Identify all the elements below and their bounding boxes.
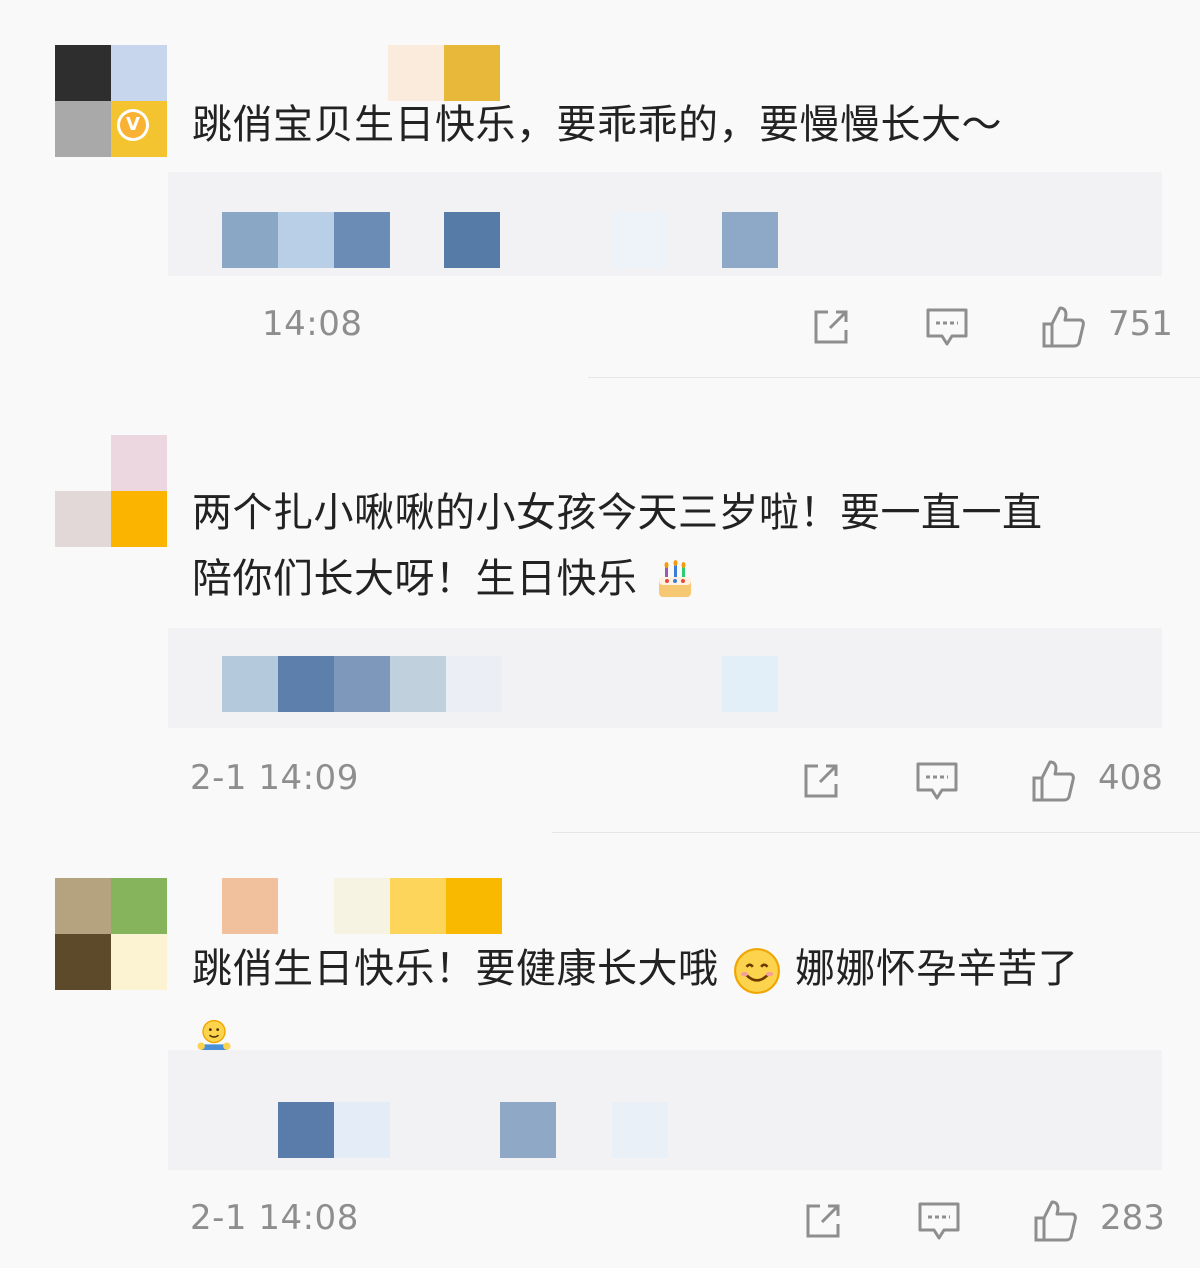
verified-badge-icon: V: [120, 112, 146, 138]
comment-icon[interactable]: [916, 1198, 962, 1244]
timestamp: 14:08: [262, 304, 363, 344]
share-icon[interactable]: [798, 758, 844, 804]
smiling-face-icon: [733, 948, 780, 994]
comment-icon[interactable]: [924, 304, 970, 350]
thumbs-up-icon[interactable]: [1040, 304, 1086, 350]
avatar[interactable]: [55, 435, 167, 547]
comment-icon[interactable]: [914, 758, 960, 804]
share-icon[interactable]: [808, 304, 854, 350]
like-count: 408: [1098, 758, 1163, 798]
avatar[interactable]: [55, 878, 167, 990]
comment-text-segment: 娜娜怀孕辛苦了: [794, 946, 1079, 992]
comments-page: V 跳俏宝贝生日快乐，要乖乖的，要慢慢长大～ 14:08 751 两个扎小啾啾的…: [0, 0, 1200, 1268]
comment-meta: 2-1 14:09 408: [0, 752, 1200, 812]
comment-text-line: 陪你们长大呀！生日快乐: [192, 546, 1152, 612]
comment-item: 两个扎小啾啾的小女孩今天三岁啦！要一直一直 陪你们长大呀！生日快乐 2-1 14…: [0, 380, 1200, 833]
comment-meta: 2-1 14:08 283: [0, 1192, 1200, 1252]
comment-item: 跳俏生日快乐！要健康长大哦 娜娜怀孕辛苦了 2-1 14:08 283: [0, 832, 1200, 1268]
share-icon[interactable]: [800, 1198, 846, 1244]
comment-text: 跳俏宝贝生日快乐，要乖乖的，要慢慢长大～: [192, 102, 1002, 148]
timestamp: 2-1 14:09: [190, 758, 359, 798]
reply-preview[interactable]: [168, 628, 1162, 728]
username[interactable]: [222, 878, 502, 934]
comment-text-segment: 陪你们长大呀！生日快乐: [192, 556, 638, 602]
timestamp: 2-1 14:08: [190, 1198, 359, 1238]
divider: [588, 377, 1200, 378]
like-count: 283: [1100, 1198, 1165, 1238]
comment-text-segment: 跳俏生日快乐！要健康长大哦: [192, 946, 719, 992]
thumbs-up-icon[interactable]: [1030, 758, 1076, 804]
comment-text-line: 两个扎小啾啾的小女孩今天三岁啦！要一直一直: [192, 490, 1043, 536]
birthday-cake-icon: [658, 560, 691, 597]
reply-preview[interactable]: [168, 1050, 1162, 1170]
like-count: 751: [1108, 304, 1173, 344]
reply-preview[interactable]: [168, 172, 1162, 276]
thumbs-up-icon[interactable]: [1032, 1198, 1078, 1244]
comment-item: V 跳俏宝贝生日快乐，要乖乖的，要慢慢长大～ 14:08 751: [0, 0, 1200, 380]
comment-text-line: 跳俏生日快乐！要健康长大哦 娜娜怀孕辛苦了: [192, 936, 1152, 1002]
avatar[interactable]: [55, 45, 167, 157]
comment-text: 两个扎小啾啾的小女孩今天三岁啦！要一直一直 陪你们长大呀！生日快乐: [192, 480, 1152, 612]
comment-meta: 14:08 751: [0, 298, 1200, 358]
comment-text: 跳俏生日快乐！要健康长大哦 娜娜怀孕辛苦了: [192, 936, 1152, 1068]
